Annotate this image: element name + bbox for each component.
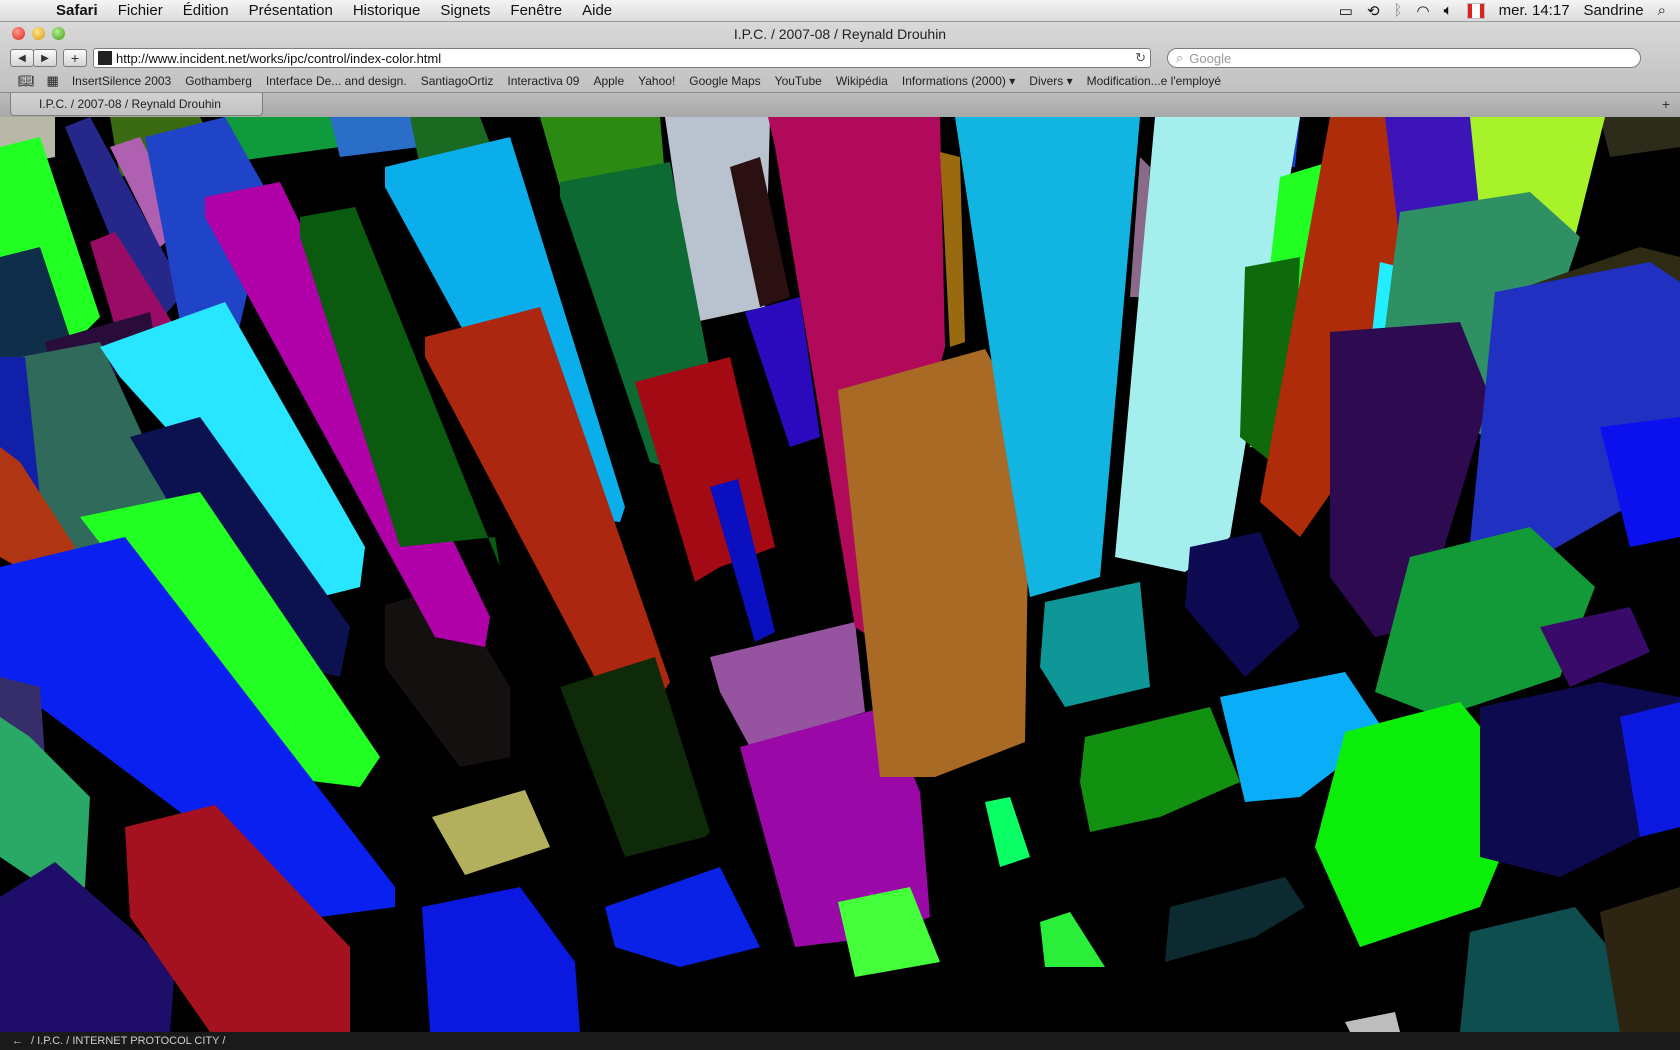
bookmark-folder-divers[interactable]: Divers ▾ <box>1022 74 1079 88</box>
back-button[interactable]: ◀ <box>10 49 34 67</box>
bookmark-google-maps[interactable]: Google Maps <box>682 74 767 88</box>
browser-window-chrome: I.P.C. / 2007-08 / Reynald Drouhin ◀ ▶ +… <box>0 22 1680 117</box>
bookmark-yahoo[interactable]: Yahoo! <box>631 74 682 88</box>
tab-ipc[interactable]: I.P.C. / 2007-08 / Reynald Drouhin <box>10 93 263 116</box>
address-bar[interactable]: http://www.incident.net/works/ipc/contro… <box>93 48 1151 68</box>
menu-fichier[interactable]: Fichier <box>108 2 173 19</box>
add-bookmark-button[interactable]: + <box>63 49 87 67</box>
block <box>1040 582 1150 707</box>
bookmark-gothamberg[interactable]: Gothamberg <box>178 74 259 88</box>
input-source-flag-icon[interactable] <box>1466 2 1485 19</box>
bookmark-interface-design[interactable]: Interface De... and design. <box>259 74 414 88</box>
close-window-button[interactable] <box>12 27 25 40</box>
zoom-window-button[interactable] <box>52 27 65 40</box>
bookmark-modification-employe[interactable]: Modification...e l'employé <box>1080 74 1228 88</box>
menu-fenetre[interactable]: Fenêtre <box>500 2 572 19</box>
toolbar: ◀ ▶ + http://www.incident.net/works/ipc/… <box>0 46 1680 70</box>
camera-icon[interactable]: ▭ <box>1339 2 1353 20</box>
menu-clock[interactable]: mer. 14:17 <box>1499 2 1570 19</box>
forward-button[interactable]: ▶ <box>33 49 57 67</box>
menu-bar: Safari Fichier Édition Présentation Hist… <box>0 0 1680 22</box>
top-sites-grid-icon[interactable]: ▦ <box>41 73 65 89</box>
menu-signets[interactable]: Signets <box>430 2 500 19</box>
volume-icon[interactable]: 🔈︎ <box>1444 2 1453 19</box>
search-placeholder: Google <box>1189 50 1232 66</box>
menu-user[interactable]: Sandrine <box>1584 2 1644 19</box>
menu-historique[interactable]: Historique <box>343 2 431 19</box>
url-text[interactable]: http://www.incident.net/works/ipc/contro… <box>116 51 1135 66</box>
tab-strip: I.P.C. / 2007-08 / Reynald Drouhin + <box>0 92 1680 117</box>
search-icon: ⌕ <box>1176 50 1184 65</box>
spotlight-icon[interactable]: ⌕ <box>1658 2 1666 19</box>
bookmark-apple[interactable]: Apple <box>586 74 631 88</box>
bookmark-insertsilence[interactable]: InsertSilence 2003 <box>65 74 178 88</box>
window-title: I.P.C. / 2007-08 / Reynald Drouhin <box>733 26 947 42</box>
bookmark-santiagoortiz[interactable]: SantiagoOrtiz <box>414 74 501 88</box>
menu-edition[interactable]: Édition <box>173 2 239 19</box>
bookmark-wikipedia[interactable]: Wikipédia <box>829 74 895 88</box>
web-content[interactable] <box>0 117 1680 1032</box>
bookmark-interactiva[interactable]: Interactiva 09 <box>500 74 586 88</box>
ip-city-3d-scene[interactable] <box>0 117 1680 1032</box>
time-machine-icon[interactable]: ⟲ <box>1367 2 1380 20</box>
site-favicon-icon <box>98 51 112 65</box>
new-tab-button[interactable]: + <box>1662 96 1670 112</box>
bookmarks-book-icon[interactable]: 📖︎ <box>12 73 41 89</box>
bluetooth-icon[interactable]: ᛒ <box>1394 2 1403 19</box>
menu-presentation[interactable]: Présentation <box>239 2 343 19</box>
status-back-arrow-icon[interactable]: ← <box>12 1032 23 1050</box>
reload-icon[interactable]: ↻ <box>1135 50 1146 66</box>
menu-aide[interactable]: Aide <box>572 2 622 19</box>
search-field[interactable]: ⌕ Google <box>1167 48 1641 68</box>
title-bar[interactable]: I.P.C. / 2007-08 / Reynald Drouhin <box>0 22 1680 46</box>
bookmark-youtube[interactable]: YouTube <box>768 74 829 88</box>
status-bar: ← / I.P.C. / INTERNET PROTOCOL CITY / <box>0 1032 1680 1050</box>
menu-app-safari[interactable]: Safari <box>46 2 108 19</box>
minimize-window-button[interactable] <box>32 27 45 40</box>
wifi-icon[interactable]: ◠ <box>1417 2 1430 20</box>
status-text: / I.P.C. / INTERNET PROTOCOL CITY / <box>31 1035 226 1047</box>
bookmarks-bar: 📖︎ ▦ InsertSilence 2003 Gothamberg Inter… <box>0 70 1680 92</box>
bookmark-folder-informations[interactable]: Informations (2000) ▾ <box>895 74 1022 88</box>
